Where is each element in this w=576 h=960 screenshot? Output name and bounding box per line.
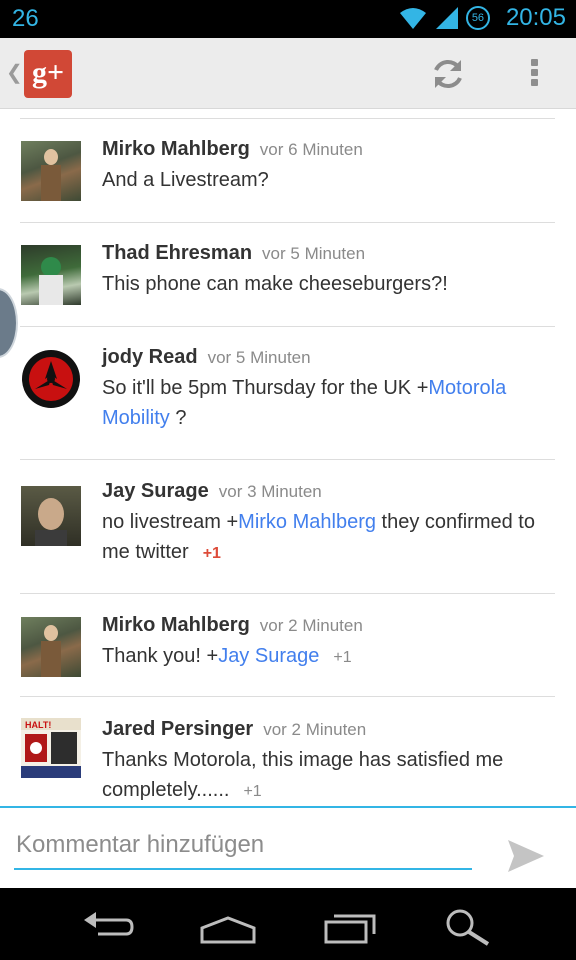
avatar[interactable] <box>21 349 81 409</box>
send-icon[interactable] <box>506 838 546 874</box>
comment-time: vor 2 Minuten <box>263 720 367 739</box>
comment-author[interactable]: Jay Surage <box>102 480 209 502</box>
mention-link[interactable]: Mirko Mahlberg <box>238 511 376 533</box>
avatar-halt-text: HALT! <box>25 720 51 730</box>
comment-text: And a Livestream? <box>102 169 269 191</box>
comment-compose-bar <box>0 806 576 890</box>
divider <box>20 222 555 223</box>
plus-one-button[interactable]: +1 <box>203 545 221 562</box>
divider <box>20 459 555 460</box>
avatar[interactable]: HALT! <box>21 718 81 778</box>
comment-author[interactable]: Thad Ehresman <box>102 242 252 264</box>
comment-text: So it'll be 5pm Thursday for the UK + <box>102 377 429 399</box>
signal-icon <box>435 7 458 29</box>
status-bar: 26 56 20:05 <box>0 0 576 38</box>
notification-count: 26 <box>12 5 39 32</box>
back-icon[interactable] <box>78 906 138 946</box>
plus-one-button[interactable]: +1 <box>333 649 351 666</box>
comment-list[interactable]: Mirko Mahlberg vor 6 Minuten And a Livest… <box>0 108 576 806</box>
home-icon[interactable] <box>198 906 258 946</box>
avatar[interactable] <box>21 141 81 201</box>
comment-text: Thanks Motorola, this image has satisfie… <box>102 749 504 801</box>
action-bar: ❮ g+ <box>0 38 576 109</box>
divider <box>20 696 555 697</box>
chevron-left-icon[interactable]: ❮ <box>6 60 23 85</box>
comment-author[interactable]: Jared Persinger <box>102 718 253 740</box>
avatar[interactable] <box>21 486 81 546</box>
comment-text: ? <box>169 407 187 429</box>
avatar[interactable] <box>21 617 81 677</box>
network-badge: 56 <box>465 6 490 30</box>
google-plus-logo[interactable]: g+ <box>24 50 72 98</box>
comment-author[interactable]: Mirko Mahlberg <box>102 138 250 160</box>
avatar[interactable] <box>21 245 81 305</box>
refresh-icon[interactable] <box>428 54 468 94</box>
comment-time: vor 3 Minuten <box>218 482 322 501</box>
comment-time: vor 2 Minuten <box>259 616 363 635</box>
overflow-menu-icon[interactable] <box>526 56 542 92</box>
comment-author[interactable]: Mirko Mahlberg <box>102 614 250 636</box>
divider <box>20 326 555 327</box>
wifi-icon <box>399 8 426 29</box>
search-icon[interactable] <box>440 906 500 946</box>
mention-link[interactable]: Jay Surage <box>218 645 319 667</box>
clock: 20:05 <box>505 4 566 31</box>
comment-time: vor 5 Minuten <box>207 348 311 367</box>
chat-head-avatar[interactable] <box>0 288 18 358</box>
comment-text: This phone can make cheeseburgers?! <box>102 273 448 295</box>
comment-author[interactable]: jody Read <box>102 346 198 368</box>
plus-one-button[interactable]: +1 <box>243 783 261 800</box>
comment-text: Thank you! + <box>102 645 219 667</box>
navigation-bar <box>0 888 576 960</box>
comment-text: no livestream + <box>102 511 239 533</box>
divider <box>20 593 555 594</box>
recent-apps-icon[interactable] <box>320 906 380 946</box>
comment-time: vor 6 Minuten <box>259 140 363 159</box>
comment-input[interactable] <box>14 822 472 870</box>
comment-time: vor 5 Minuten <box>262 244 366 263</box>
divider <box>20 118 555 119</box>
